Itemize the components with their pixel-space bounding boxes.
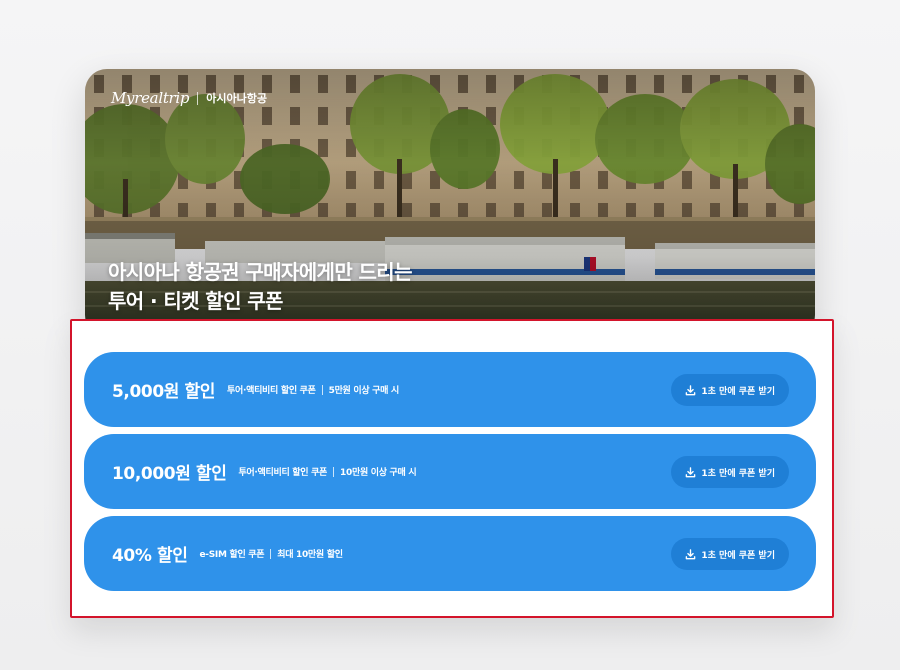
coupon-divider	[321, 384, 323, 395]
download-coupon-button[interactable]: 1초 만에 쿠폰 받기	[671, 456, 789, 488]
coupon-category: e-SIM 할인 쿠폰	[199, 550, 265, 560]
asiana-airlines-logo: 아시아나항공	[206, 92, 267, 105]
download-icon	[686, 548, 696, 559]
coupon-panel: 5,000원 할인 투어·액티비티 할인 쿠폰 5만원 이상 구매 시 1초 만…	[70, 319, 834, 618]
coupon-condition: 최대 10만원 할인	[277, 550, 343, 560]
coupon-card: 5,000원 할인 투어·액티비티 할인 쿠폰 5만원 이상 구매 시 1초 만…	[84, 352, 816, 427]
coupon-category: 투어·액티비티 할인 쿠폰	[238, 468, 328, 478]
download-coupon-button[interactable]: 1초 만에 쿠폰 받기	[671, 538, 789, 570]
hero-title-line-2: 투어 · 티켓 할인 쿠폰	[108, 289, 283, 313]
download-button-label: 1초 만에 쿠폰 받기	[701, 550, 775, 561]
hero-title-line-1: 아시아나 항공권 구매자에게만 드리는	[108, 260, 412, 284]
coupon-card: 40% 할인 e-SIM 할인 쿠폰 최대 10만원 할인 1초 만에 쿠폰 받…	[84, 516, 816, 591]
coupon-description: e-SIM 할인 쿠폰 최대 10만원 할인	[200, 547, 343, 560]
download-coupon-button[interactable]: 1초 만에 쿠폰 받기	[671, 374, 789, 406]
download-icon	[686, 466, 696, 477]
coupon-description: 투어·액티비티 할인 쿠폰 10만원 이상 구매 시	[238, 465, 417, 478]
hero-banner: Myrealtrip 아시아나항공 아시아나 항공권 구매자에게만 드리는 투어…	[85, 69, 815, 337]
coupon-amount: 40% 할인	[112, 546, 188, 566]
download-button-label: 1초 만에 쿠폰 받기	[701, 386, 775, 397]
download-button-label: 1초 만에 쿠폰 받기	[701, 468, 775, 479]
myrealtrip-logo: Myrealtrip	[111, 89, 190, 107]
hero-title: 아시아나 항공권 구매자에게만 드리는 투어 · 티켓 할인 쿠폰	[108, 258, 412, 316]
coupon-divider	[333, 466, 335, 477]
coupon-divider	[270, 548, 272, 559]
coupon-description: 투어·액티비티 할인 쿠폰 5만원 이상 구매 시	[227, 383, 399, 396]
coupon-condition: 10만원 이상 구매 시	[340, 468, 417, 478]
brand-divider	[197, 91, 199, 105]
coupon-category: 투어·액티비티 할인 쿠폰	[227, 386, 316, 396]
download-icon	[686, 384, 696, 395]
coupon-card: 10,000원 할인 투어·액티비티 할인 쿠폰 10만원 이상 구매 시 1초…	[84, 434, 816, 509]
coupon-amount: 10,000원 할인	[112, 464, 227, 484]
brand-lockup: Myrealtrip 아시아나항공	[111, 89, 267, 107]
coupon-condition: 5만원 이상 구매 시	[328, 386, 400, 396]
coupon-amount: 5,000원 할인	[112, 382, 216, 402]
